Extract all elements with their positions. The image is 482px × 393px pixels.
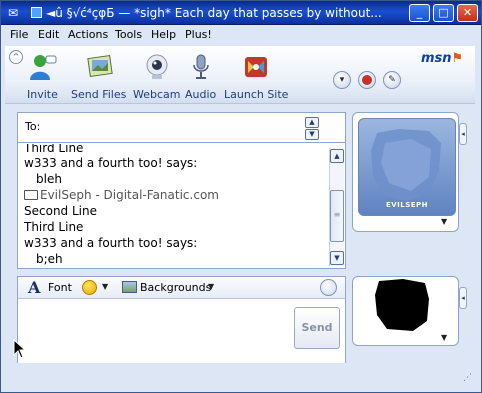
to-bar: To: ▲ ▼ [18, 113, 345, 143]
launch-site-label: Launch Site [224, 88, 289, 101]
menu-tools[interactable]: Tools [115, 28, 142, 42]
compose-toolbar: A Font ▼ Backgrounds ▼ [18, 277, 345, 299]
handwriting-icon[interactable] [320, 279, 337, 296]
launch-site-button[interactable]: Launch Site [224, 53, 288, 101]
msn-logo: msn⚑ [421, 51, 463, 66]
window-title: ◄û §√ć⁴çφБ — *sigh* Each day that passes… [31, 5, 396, 21]
backgrounds-button[interactable]: Backgrounds [140, 281, 211, 294]
message-line: Third Line [24, 220, 84, 234]
message-line: Second Line [24, 204, 97, 218]
scroll-thumb[interactable]: ≡ [330, 190, 344, 242]
collapse-avatar-tab-icon[interactable]: ◂ [459, 123, 467, 145]
font-icon[interactable]: A [28, 278, 40, 297]
conversation-panel: To: ▲ ▼ Third Line w333 and a fourth too… [17, 112, 346, 269]
conversation-window: ✉ ◄û §√ć⁴çφБ — *sigh* Each day that pass… [0, 0, 482, 393]
mouse-cursor-icon [13, 339, 27, 359]
nick-change-text: EvilSeph - Digital-Fanatic.com [40, 188, 219, 202]
sender-header: w333 and a fourth too! says: [24, 156, 198, 170]
minimize-button[interactable]: _ [409, 4, 430, 22]
webcam-label: Webcam [133, 88, 181, 101]
compose-panel: A Font ▼ Backgrounds ▼ Send [17, 276, 346, 376]
message-input[interactable] [20, 301, 288, 371]
title-bar[interactable]: ✉ ◄û §√ć⁴çφБ — *sigh* Each day that pass… [1, 1, 481, 25]
msn-logo-text: msn [421, 51, 452, 66]
sender-header: w333 and a fourth too! says: [24, 236, 198, 250]
message-line: bleh [36, 172, 62, 186]
collapse-toolbar-icon[interactable]: ^ [9, 50, 23, 64]
backgrounds-dropdown-icon[interactable]: ▼ [208, 282, 214, 291]
invite-label: Invite [27, 88, 58, 101]
webcam-button[interactable]: Webcam [133, 53, 181, 101]
font-button[interactable]: Font [48, 281, 72, 294]
butterfly-icon: ⚑ [451, 51, 464, 66]
webcam-icon [146, 54, 168, 79]
invite-icon [30, 55, 57, 80]
block-contact-icon[interactable] [358, 71, 376, 89]
collapse-my-picture-tab-icon[interactable]: ◂ [459, 287, 467, 309]
nick-change-line: EvilSeph - Digital-Fanatic.com [24, 187, 219, 203]
menu-actions[interactable]: Actions [68, 28, 108, 42]
emoticon-icon[interactable] [82, 280, 97, 295]
to-scroll: ▲ ▼ [305, 117, 319, 141]
message-history: Third Line w333 and a fourth too! says: … [18, 144, 328, 268]
emoticon-dropdown-icon[interactable]: ▼ [102, 282, 108, 291]
backgrounds-icon[interactable] [122, 281, 137, 293]
maximize-button[interactable]: □ [433, 4, 454, 22]
resize-grip-icon[interactable]: ⋰ [463, 373, 477, 387]
audio-icon [192, 54, 209, 79]
audio-button[interactable]: Audio [185, 53, 216, 101]
scroll-up-icon[interactable]: ▲ [330, 149, 344, 163]
send-files-label: Send Files [71, 88, 127, 101]
menu-plus[interactable]: Plus! [185, 28, 212, 42]
menu-file[interactable]: File [10, 28, 28, 42]
menu-bar: File Edit Actions Tools Help Plus! [1, 25, 481, 45]
status-bar [17, 363, 346, 377]
contact-avatar[interactable]: EVILSEPH [358, 118, 456, 216]
audio-label: Audio [185, 88, 217, 101]
to-scroll-up-icon[interactable]: ▲ [305, 117, 319, 128]
to-label: To: [25, 120, 41, 133]
menu-help[interactable]: Help [151, 28, 176, 42]
scroll-down-icon[interactable]: ▼ [330, 251, 344, 265]
close-button[interactable]: ✕ [457, 4, 478, 22]
my-picture-options-icon[interactable]: ▼ [441, 333, 447, 342]
send-files-icon [86, 54, 113, 78]
edit-pencil-icon[interactable]: ✎ [383, 71, 401, 89]
send-button[interactable]: Send [294, 307, 340, 349]
options-dropdown-icon[interactable]: ▾ [333, 71, 351, 89]
status-icon [31, 7, 42, 18]
to-scroll-down-icon[interactable]: ▼ [305, 129, 319, 140]
contact-display-picture-panel: EVILSEPH ▼ [352, 112, 459, 232]
folder-icon [24, 190, 38, 200]
app-icon[interactable]: ✉ [5, 5, 21, 21]
launch-site-icon [245, 57, 268, 77]
my-display-picture-panel: ▼ [352, 276, 459, 346]
send-files-button[interactable]: Send Files [71, 53, 126, 101]
window-title-text: ◄û §√ć⁴çφБ — *sigh* Each day that passes… [46, 6, 382, 20]
message-line: b;eh [36, 252, 63, 266]
avatar-caption: EVILSEPH [385, 201, 429, 209]
menu-edit[interactable]: Edit [38, 28, 59, 42]
invite-button[interactable]: Invite [27, 53, 58, 101]
my-avatar-image[interactable] [373, 277, 433, 333]
avatar-options-icon[interactable]: ▼ [441, 217, 447, 226]
history-scrollbar[interactable]: ▲ ≡ ▼ [329, 148, 344, 266]
